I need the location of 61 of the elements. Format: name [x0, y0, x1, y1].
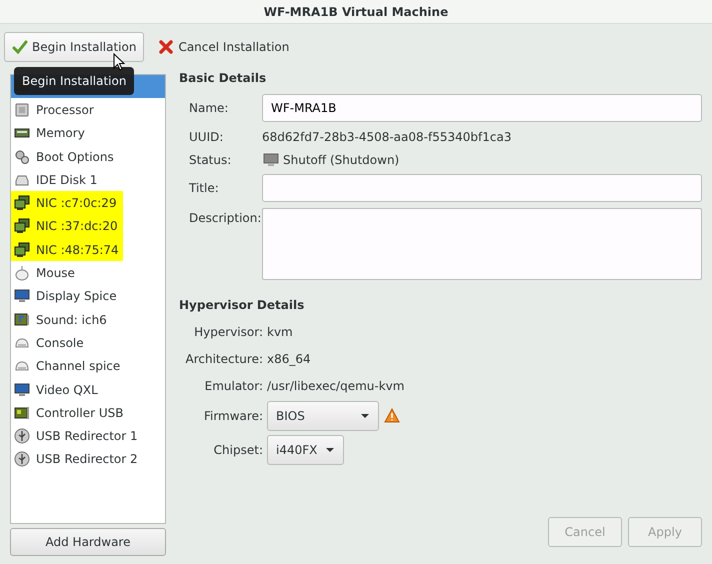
caret-icon [325, 445, 336, 455]
field-label: Architecture: [184, 350, 264, 368]
field-value: kvm [267, 324, 293, 340]
text-field[interactable] [262, 174, 702, 202]
field-value: x86_64 [267, 350, 311, 368]
section-heading: Hypervisor Details [179, 297, 306, 314]
hardware-list-item[interactable]: IDE Disk 1 [11, 168, 165, 192]
tooltip: Begin Installation [14, 67, 134, 95]
hardware-list-item[interactable]: Console [11, 331, 165, 355]
mouse-cursor-icon [113, 53, 125, 71]
hardware-list-item[interactable]: Memory [11, 122, 165, 145]
cancel-installation-button[interactable]: Cancel Installation [150, 32, 298, 62]
close-icon [158, 39, 174, 55]
text-field[interactable]: WF-MRA1B [262, 94, 702, 122]
hardware-list-item[interactable]: USB Redirector 1 [11, 424, 165, 448]
check-icon [12, 39, 28, 55]
dropdown[interactable]: i440FX [267, 435, 344, 465]
field-value: /usr/libexec/qemu-kvm [267, 378, 404, 394]
section-heading: Basic Details [179, 70, 268, 87]
dropdown[interactable]: BIOS [267, 401, 379, 431]
hardware-list-item[interactable]: Mouse [11, 261, 165, 285]
hardware-list-item[interactable]: Display Spice [11, 284, 165, 308]
field-label: Status: [188, 152, 232, 168]
usb-icon [14, 451, 30, 468]
field-label: Emulator: [204, 378, 264, 394]
field-label: Firmware: [202, 408, 264, 425]
expansion-card-icon [14, 404, 30, 421]
network-card-icon [14, 242, 30, 258]
network-card-icon [14, 195, 30, 212]
hardware-list-item[interactable]: Processor [11, 98, 165, 122]
monitor-icon [14, 382, 30, 398]
field-label: Name: [188, 100, 230, 117]
description-field[interactable] [262, 208, 702, 280]
field-label: Hypervisor: [193, 324, 264, 340]
window-title: WF-MRA1B Virtual Machine [0, 0, 712, 24]
hardware-list-item[interactable]: NIC :48:75:74 [11, 238, 123, 262]
monitor-icon [262, 152, 280, 168]
status-value: Shutoff (Shutdown) [283, 152, 400, 168]
network-card-icon [14, 218, 30, 234]
begin-installation-button[interactable]: Begin Installation [4, 32, 144, 62]
mouse-icon [14, 265, 30, 282]
hardware-list-item[interactable]: Channel spice [11, 354, 165, 378]
hardware-list-item[interactable]: Video QXL [11, 378, 165, 402]
gears-icon [14, 148, 30, 165]
hardware-list-item[interactable]: Sound: ich6 [11, 308, 165, 332]
chip-icon [14, 102, 30, 118]
field-label: Description: [188, 210, 262, 227]
field-label: UUID: [188, 128, 224, 146]
usb-icon [14, 428, 30, 444]
hardware-list-item[interactable]: USB Redirector 2 [11, 448, 165, 472]
sound-card-icon [14, 312, 30, 328]
add-hardware-button[interactable]: Add Hardware [10, 528, 166, 556]
hardware-list-item[interactable]: Boot Options [11, 144, 165, 168]
field-label: Chipset: [212, 442, 264, 459]
hardware-list-item[interactable]: NIC :c7:0c:29 [11, 191, 123, 215]
field-value: 68d62fd7-28b3-4508-aa08-f55340bf1ca3 [262, 128, 512, 146]
field-label: Title: [188, 180, 220, 197]
caret-icon [360, 411, 370, 421]
monitor-icon [14, 288, 30, 304]
hardware-list-item[interactable]: Controller USB [11, 401, 165, 424]
hardware-list-item[interactable]: NIC :37:dc:20 [11, 214, 123, 238]
